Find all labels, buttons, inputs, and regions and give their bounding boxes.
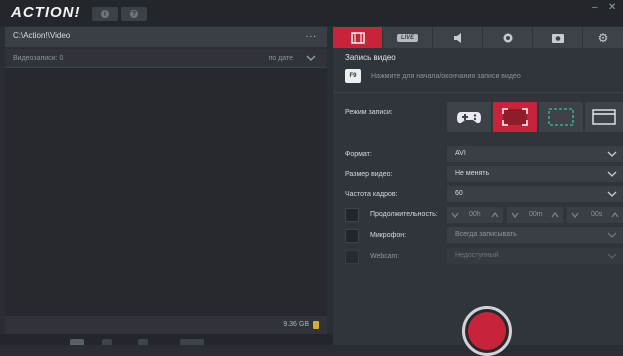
webcam-select[interactable]: Недоступный (447, 248, 623, 264)
duration-checkbox[interactable] (345, 208, 359, 222)
tab-video[interactable] (333, 27, 383, 48)
info-button[interactable]: i (92, 7, 118, 21)
mode-region-button[interactable] (539, 102, 583, 132)
window-icon (592, 109, 616, 125)
list-header: Видеозаписи: 0 по дате (5, 49, 327, 68)
chevron-down-icon (607, 171, 617, 177)
mic-checkbox[interactable] (345, 229, 359, 243)
size-select[interactable]: Не менять (447, 166, 623, 182)
section-title: Запись видео (345, 53, 396, 62)
mode-label: Режим записи: (345, 109, 393, 116)
speaker-icon (453, 32, 461, 43)
save-path-bar[interactable]: C:\Action!\Video ... (5, 27, 327, 47)
storage-bar: 9.36 GB (5, 316, 327, 334)
chevron-down-icon (607, 151, 617, 157)
tab-settings[interactable]: ⚙ (583, 27, 623, 48)
recordings-list[interactable] (5, 68, 327, 316)
chevron-down-icon[interactable] (451, 211, 459, 219)
webcam-icon (503, 33, 512, 42)
browse-button[interactable]: ... (306, 29, 317, 40)
fps-value: 60 (455, 190, 463, 197)
fps-label: Частота кадров: (345, 191, 398, 198)
size-label: Размер видео: (345, 171, 393, 178)
duration-hours-value: 00h (469, 211, 481, 218)
duration-seconds-value: 00s (591, 211, 603, 218)
region-select-icon (548, 108, 574, 126)
app-logo: ACTION! (11, 4, 81, 21)
tab-live[interactable]: LIVE (383, 27, 433, 48)
mic-select[interactable]: Всегда записывать (447, 227, 623, 243)
chevron-down-icon (607, 191, 617, 197)
minimize-icon[interactable]: – (592, 2, 598, 13)
size-value: Не менять (455, 170, 490, 177)
format-label: Формат: (345, 151, 372, 158)
play-icon[interactable] (102, 339, 112, 345)
chevron-down-icon (607, 253, 617, 259)
fullscreen-icon (502, 108, 528, 126)
mode-fullscreen-button[interactable] (493, 102, 537, 132)
camera-icon (551, 33, 564, 43)
hotkey-hint: Нажмите для начала/окончания записи виде… (371, 73, 521, 80)
record-icon[interactable] (468, 312, 506, 350)
chevron-up-icon[interactable] (491, 211, 499, 219)
mode-window-button[interactable] (585, 102, 623, 132)
format-value: AVI (455, 150, 466, 157)
divider (333, 92, 623, 93)
recordings-count: Видеозаписи: 0 (13, 55, 64, 62)
duration-minutes-value: 00m (529, 211, 543, 218)
tab-webcam[interactable] (483, 27, 533, 48)
tab-audio[interactable] (433, 27, 483, 48)
tab-screenshot[interactable] (533, 27, 583, 48)
share-icon[interactable] (138, 339, 148, 345)
sort-label[interactable]: по дате (269, 55, 293, 62)
chevron-down-icon[interactable] (511, 211, 519, 219)
gear-icon: ⚙ (597, 30, 609, 45)
chevron-down-icon (607, 232, 617, 238)
title-bar: ACTION! i ? – ✕ (0, 0, 623, 26)
settings-panel: LIVE ⚙ Запись видео F9 Нажмите для начал… (333, 27, 623, 345)
help-button[interactable]: ? (121, 7, 147, 21)
mic-label: Микрофон: (370, 232, 407, 239)
tab-bar: LIVE ⚙ (333, 27, 623, 48)
hotkey-badge[interactable]: F9 (345, 69, 361, 83)
film-icon (350, 31, 365, 44)
chevron-down-icon[interactable] (305, 52, 317, 64)
duration-label: Продолжительность: (370, 211, 438, 218)
chevron-down-icon[interactable] (571, 211, 579, 219)
lock-icon (313, 321, 319, 329)
free-space: 9.36 GB (283, 321, 309, 328)
help-icon: ? (130, 10, 138, 18)
webcam-value: Недоступный (455, 252, 499, 259)
mic-value: Всегда записывать (455, 231, 517, 238)
fps-select[interactable]: 60 (447, 186, 623, 202)
upload-icon[interactable] (180, 339, 204, 345)
chevron-up-icon[interactable] (611, 211, 619, 219)
folder-icon[interactable] (70, 339, 84, 345)
info-icon: i (101, 10, 109, 18)
recordings-panel: C:\Action!\Video ... Видеозаписи: 0 по д… (5, 27, 327, 334)
format-select[interactable]: AVI (447, 146, 623, 162)
mode-game-button[interactable] (447, 102, 491, 132)
gamepad-icon (457, 112, 481, 124)
webcam-checkbox[interactable] (345, 250, 359, 264)
chevron-up-icon[interactable] (551, 211, 559, 219)
webcam-label: Webcam: (370, 253, 400, 260)
live-badge-icon: LIVE (396, 33, 419, 42)
save-path: C:\Action!\Video (13, 31, 71, 40)
close-icon[interactable]: ✕ (608, 2, 616, 13)
